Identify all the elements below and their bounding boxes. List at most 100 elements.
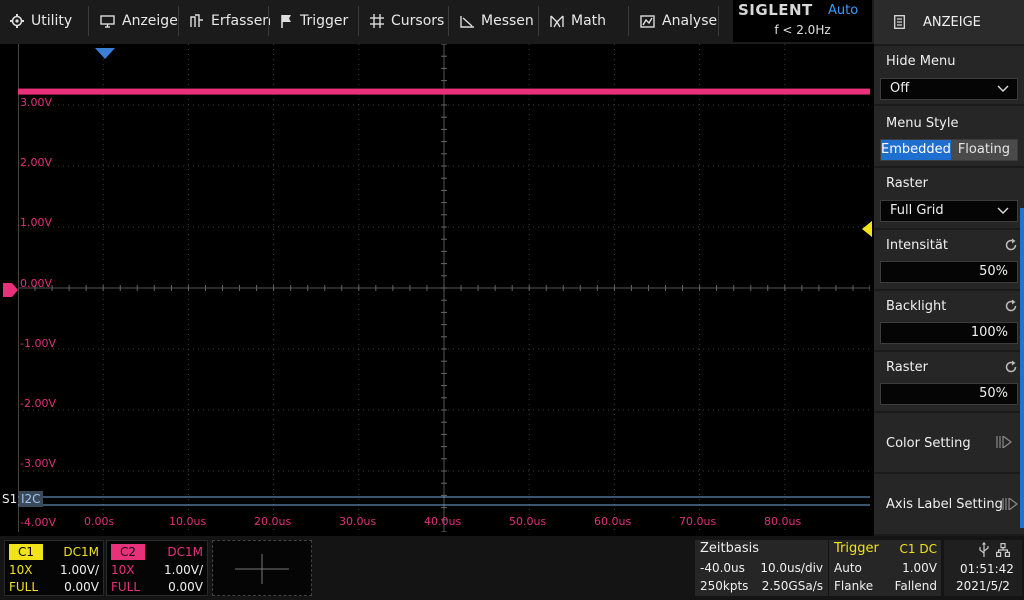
timebase-box[interactable]: Zeitbasis -40.0us 10.0us/div 250kpts 2.5…: [695, 540, 828, 596]
reset-icon[interactable]: [1004, 238, 1018, 252]
menu-style-floating[interactable]: Floating: [950, 140, 1017, 160]
chevron-down-icon: [997, 85, 1009, 92]
menu-divider: [268, 6, 269, 36]
bottom-status-bar: C1 DC1M 10X 1.00V/ FULL 0.00V C2 DC1M 10…: [0, 536, 1024, 600]
menu-divider: [718, 6, 719, 36]
hide-menu-section: Hide Menu Off: [874, 46, 1024, 104]
timebase-title: Zeitbasis: [700, 541, 759, 556]
axis-label-setting-button[interactable]: Axis Label Setting: [874, 474, 1024, 534]
volt-label: 3.00V: [20, 96, 53, 109]
hide-menu-select[interactable]: Off: [880, 78, 1018, 100]
ch1-scale: 1.00V/: [60, 563, 99, 577]
menu-anzeige[interactable]: Anzeige: [90, 0, 178, 42]
trigger-type: Flanke: [834, 579, 874, 593]
ch2-tag: C2: [111, 544, 145, 560]
chevron-down-icon: [997, 207, 1009, 214]
menu-style-section: Menu Style Embedded Floating: [874, 106, 1024, 166]
menu-divider: [538, 6, 539, 36]
menu-style-toggle: Embedded Floating: [880, 139, 1018, 161]
panel-header: ANZEIGE: [874, 0, 1024, 44]
status-brand-box[interactable]: SIGLENT Auto f < 2.0Hz: [733, 0, 872, 42]
time-label: 80.0us: [764, 515, 802, 528]
trigger-level-marker[interactable]: [862, 221, 872, 237]
ch2-coupling: DC1M: [167, 545, 203, 559]
ch1-box[interactable]: C1 DC1M 10X 1.00V/ FULL 0.00V: [4, 540, 104, 596]
ch2-box[interactable]: C2 DC1M 10X 1.00V/ FULL 0.00V: [106, 540, 208, 596]
menu-utility-label: Utility: [31, 13, 73, 29]
menu-erfassen[interactable]: Erfassen: [180, 0, 271, 42]
ch1-coupling: DC1M: [63, 545, 99, 559]
menu-style-embedded[interactable]: Embedded: [881, 140, 951, 160]
color-setting-label: Color Setting: [886, 436, 971, 451]
ch1-offset: 0.00V: [64, 580, 99, 594]
trigger-title: Trigger: [834, 541, 879, 556]
time-label: 70.0us: [679, 515, 717, 528]
menu-math[interactable]: Math: [540, 0, 606, 42]
raster-type-label: Raster: [886, 176, 928, 191]
volt-label: -2.00V: [20, 397, 56, 410]
clock-time: 01:51:42: [960, 562, 1014, 576]
raster-level-label: Raster: [886, 360, 928, 375]
waveform-grid[interactable]: [18, 44, 870, 532]
time-label: 60.0us: [594, 515, 632, 528]
crosshair-icon: [370, 14, 384, 28]
raster-type-select[interactable]: Full Grid: [880, 200, 1018, 222]
system-clock-box[interactable]: 01:51:42 2021/5/2: [944, 540, 1022, 596]
color-setting-button[interactable]: Color Setting: [874, 413, 1024, 472]
time-label: 10.0us: [169, 515, 207, 528]
backlight-value: 100%: [970, 325, 1008, 340]
intensity-input[interactable]: 50%: [880, 261, 1018, 283]
menu-trigger[interactable]: Trigger: [270, 0, 348, 42]
panel-scrollbar[interactable]: [1020, 208, 1024, 528]
brand-logo: SIGLENT: [738, 1, 813, 19]
ch2-bandwidth: FULL: [111, 580, 141, 594]
menu-messen[interactable]: Messen: [450, 0, 534, 42]
ch2-offset-marker[interactable]: [3, 283, 18, 297]
backlight-input[interactable]: 100%: [880, 322, 1018, 344]
volt-label: 2.00V: [20, 156, 53, 169]
raster-level-input[interactable]: 50%: [880, 383, 1018, 405]
submenu-arrow-icon: [996, 436, 1012, 448]
time-label: 30.0us: [339, 515, 377, 528]
ch2-trace: [18, 88, 870, 95]
ch1-probe: 10X: [9, 563, 33, 577]
trigger-source: C1 DC: [899, 542, 937, 556]
time-label: 0.00s: [84, 515, 115, 528]
raster-level-section: Raster 50%: [874, 352, 1024, 411]
reset-icon[interactable]: [1004, 299, 1018, 313]
menu-math-label: Math: [571, 13, 607, 29]
menu-erfassen-label: Erfassen: [211, 13, 272, 29]
clock-date: 2021/5/2: [956, 579, 1010, 593]
time-label: 20.0us: [254, 515, 292, 528]
sample-rate: 2.50GSa/s: [761, 579, 823, 593]
menu-messen-label: Messen: [481, 13, 534, 29]
menu-divider: [358, 6, 359, 36]
serial-bus-id: S1: [2, 492, 18, 506]
trigger-slope: Fallend: [894, 579, 937, 593]
volt-label: -1.00V: [20, 337, 56, 350]
raster-level-value: 50%: [979, 386, 1008, 401]
display-settings-panel: ANZEIGE Hide Menu Off Menu Style Embedde…: [874, 0, 1024, 536]
frequency-readout: f < 2.0Hz: [774, 23, 831, 37]
monitor-icon: [100, 14, 115, 28]
backlight-label: Backlight: [886, 299, 947, 314]
ch2-scale: 1.00V/: [164, 563, 203, 577]
serial-protocol-tag[interactable]: I2C: [19, 491, 43, 507]
memory-depth: 250kpts: [700, 579, 749, 593]
menu-utility[interactable]: Utility: [0, 0, 72, 42]
ch1-bandwidth: FULL: [9, 580, 39, 594]
menu-style-label: Menu Style: [886, 116, 959, 131]
add-channel-button[interactable]: [212, 540, 312, 596]
menu-cursors[interactable]: Cursors: [360, 0, 444, 42]
menu-analyse[interactable]: Analyse: [630, 0, 717, 42]
reset-icon[interactable]: [1004, 360, 1018, 374]
hide-menu-label: Hide Menu: [886, 54, 956, 69]
trigger-box[interactable]: Trigger C1 DC Auto 1.00V Flanke Fallend: [829, 540, 941, 596]
menu-cursors-label: Cursors: [391, 13, 445, 29]
timebase-delay: -40.0us: [700, 561, 745, 575]
measure-icon: [460, 15, 474, 28]
menu-divider: [448, 6, 449, 36]
menu-trigger-label: Trigger: [300, 13, 349, 29]
intensity-label: Intensität: [886, 238, 948, 253]
trigger-position-marker[interactable]: [95, 48, 115, 59]
